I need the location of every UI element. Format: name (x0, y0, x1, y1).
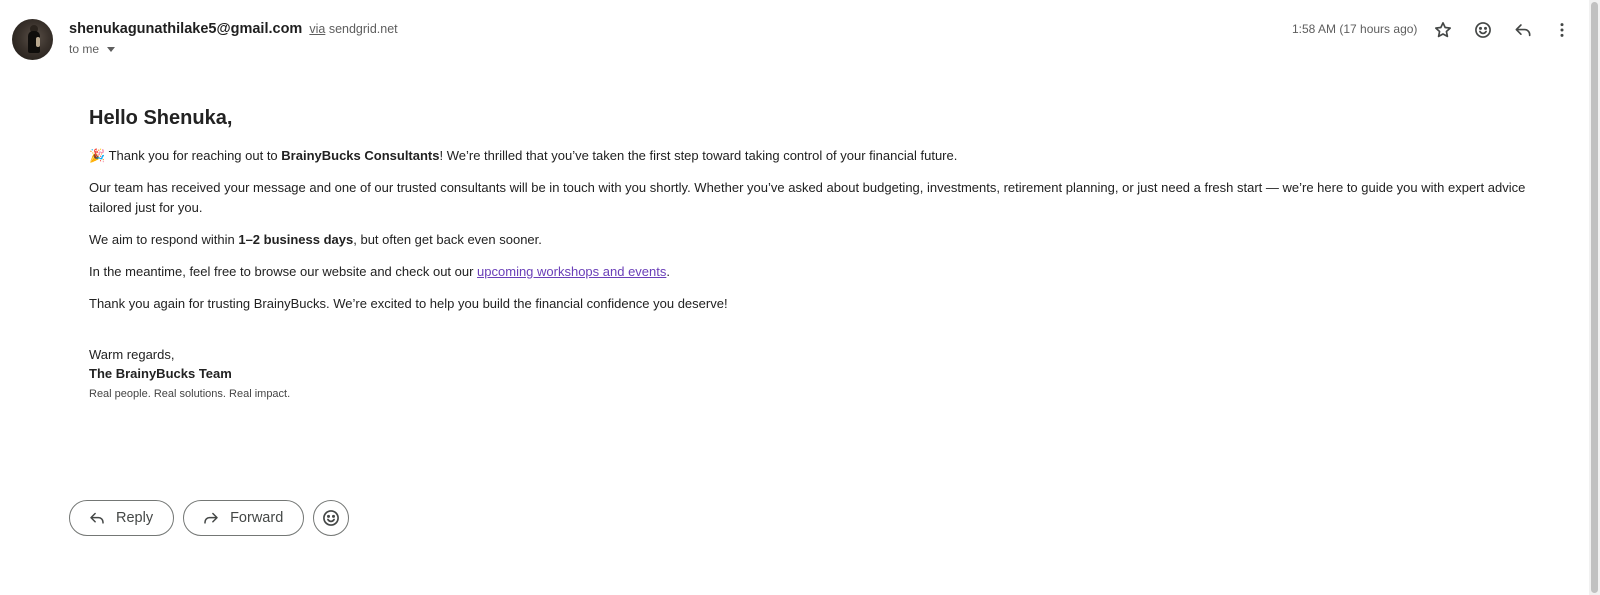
emoji-icon (1475, 22, 1491, 38)
reply-icon (1515, 24, 1531, 37)
chevron-down-icon (107, 46, 116, 52)
workshops-link[interactable]: upcoming workshops and events (477, 264, 666, 279)
more-options-button[interactable] (1549, 17, 1575, 43)
signature-team: The BrainyBucks Team (89, 366, 232, 381)
reply-icon (90, 512, 104, 524)
sender-line: shenukagunathilake5@gmail.com via sendgr… (69, 21, 398, 37)
via-info: via sendgrid.net (309, 22, 397, 36)
message-timestamp: 1:58 AM (17 hours ago) (1292, 22, 1418, 36)
signature-regards: Warm regards, (89, 347, 175, 362)
forward-button[interactable]: Forward (183, 500, 305, 536)
company-name: BrainyBucks Consultants (281, 148, 440, 163)
reply-button[interactable]: Reply (69, 500, 175, 536)
paragraph-meantime: In the meantime, feel free to browse our… (89, 262, 1529, 282)
meantime-pre: In the meantime, feel free to browse our… (89, 264, 478, 279)
meantime-post: . (666, 264, 671, 279)
star-icon (1435, 22, 1451, 38)
emoji-icon (323, 510, 340, 526)
scrollbar-thumb[interactable] (1591, 2, 1598, 593)
message-actions: Reply Forward (69, 500, 350, 536)
paragraph-team: Our team has received your message and o… (89, 180, 1526, 215)
add-reaction-button[interactable] (1470, 17, 1496, 43)
via-label[interactable]: via (309, 22, 325, 36)
vertical-scrollbar[interactable] (1589, 0, 1600, 595)
paragraph-response-time: We aim to respond within 1–2 business da… (89, 230, 1529, 250)
response-time-pre: We aim to respond within (89, 232, 239, 247)
recipient-details-toggle[interactable]: to me (69, 42, 116, 56)
more-vert-icon (1560, 23, 1564, 37)
message-header: shenukagunathilake5@gmail.com via sendgr… (0, 0, 1580, 70)
to-me-label: to me (69, 42, 100, 56)
email-signature: Warm regards, The BrainyBucks Team Real … (89, 346, 1529, 404)
signature-tagline: Real people. Real solutions. Real impact… (89, 388, 291, 400)
paragraph-thanks-pre: Thank you for reaching out to (105, 148, 282, 163)
paragraph-closing: Thank you again for trusting BrainyBucks… (89, 296, 728, 311)
via-domain: sendgrid.net (328, 22, 398, 36)
sender-avatar[interactable] (12, 19, 53, 60)
forward-icon (204, 512, 218, 524)
forward-button-label: Forward (230, 510, 284, 526)
party-popper-emoji: 🎉 (89, 148, 106, 163)
email-body: Hello Shenuka, 🎉 Thank you for reaching … (89, 104, 1529, 404)
paragraph-thanks-post: ! We’re thrilled that you’ve taken the f… (439, 148, 958, 163)
response-time-post: , but often get back even sooner. (353, 232, 542, 247)
avatar-highlight-shape (36, 37, 40, 47)
email-greeting: Hello Shenuka, (89, 107, 233, 129)
reply-button-label: Reply (116, 510, 154, 526)
reply-icon-button[interactable] (1510, 17, 1536, 43)
sender-email[interactable]: shenukagunathilake5@gmail.com (69, 21, 302, 37)
emoji-reaction-button[interactable] (313, 500, 350, 536)
star-button[interactable] (1430, 17, 1456, 43)
paragraph-thanks: 🎉 Thank you for reaching out to BrainyBu… (89, 146, 1529, 166)
response-time-bold: 1–2 business days (238, 232, 354, 247)
